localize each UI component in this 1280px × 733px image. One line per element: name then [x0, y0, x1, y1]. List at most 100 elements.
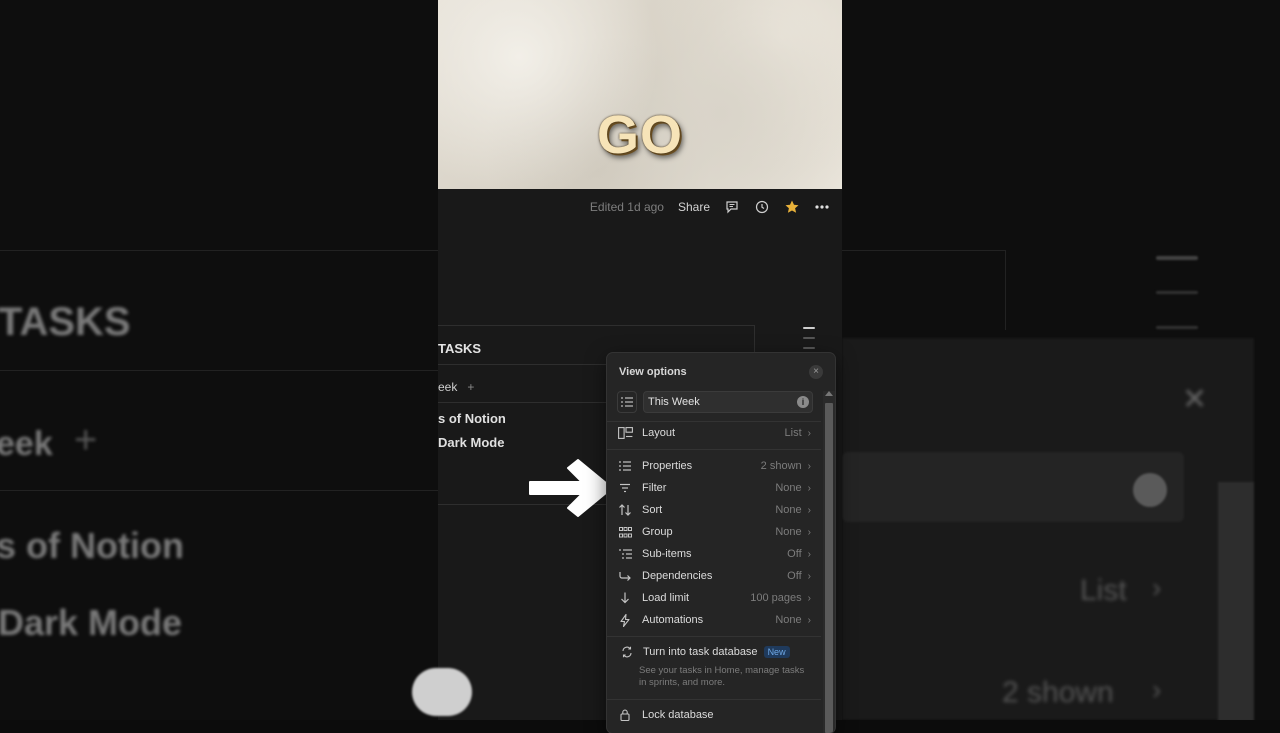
lock-icon	[617, 707, 633, 723]
menu-item-automations[interactable]: Automations None ›	[617, 610, 811, 630]
blurred-properties-value: 2 shown	[1002, 676, 1114, 709]
new-badge: New	[763, 646, 790, 658]
chevron-right-icon: ›	[807, 592, 811, 604]
menu-item-value: None	[775, 482, 802, 494]
menu-item-value: 2 shown	[760, 460, 802, 472]
menu-item-description: See your tasks in Home, manage tasks in …	[639, 665, 805, 688]
chevron-right-icon: ›	[807, 526, 811, 538]
edited-timestamp: Edited 1d ago	[589, 200, 664, 214]
list-icon	[617, 458, 633, 474]
menu-item-label: Group	[642, 526, 673, 538]
menu-item-label: Filter	[642, 482, 667, 494]
view-options-menu: View options × This Week i Layout List ›…	[607, 353, 835, 733]
divider	[0, 370, 438, 371]
chevron-right-icon: ›	[807, 460, 811, 472]
list-item[interactable]: Dark Mode	[438, 435, 504, 450]
scrollbar-thumb[interactable]	[825, 403, 833, 733]
menu-item-value: None	[775, 614, 802, 626]
menu-item-label: Lock database	[642, 709, 714, 721]
scroll-handle[interactable]	[803, 327, 815, 329]
blurred-chevron-icon: ›	[1152, 674, 1162, 705]
blurred-menu: ✕ List › 2 shown ›	[842, 338, 1254, 720]
blurred-title: TASKS	[0, 300, 131, 344]
scroll-handle[interactable]	[803, 337, 815, 339]
cover-image: GO	[438, 0, 842, 189]
menu-item-label: Sort	[642, 504, 663, 516]
menu-item-layout[interactable]: Layout List ›	[617, 423, 811, 443]
menu-item-lock-database[interactable]: Lock database	[617, 705, 811, 725]
sub-items-icon	[617, 546, 633, 562]
chevron-right-icon: ›	[807, 614, 811, 626]
comment-icon[interactable]	[724, 199, 740, 215]
database-title: TASKS	[438, 341, 482, 356]
blurred-right-panel: ✕ List › 2 shown ›	[842, 0, 1280, 720]
menu-item-label: Sub-items	[642, 548, 692, 560]
clock-icon[interactable]	[754, 199, 770, 215]
pointer-arrow-icon	[529, 459, 613, 517]
list-item[interactable]: s of Notion	[438, 411, 506, 426]
down-arrow-icon	[617, 590, 633, 606]
menu-item-sort[interactable]: Sort None ›	[617, 500, 811, 520]
menu-item-label: Dependencies	[642, 570, 713, 582]
chevron-right-icon: ›	[807, 504, 811, 516]
menu-title: View options	[619, 366, 687, 378]
divider	[607, 699, 821, 700]
cover-overlay-text: GO	[596, 105, 683, 165]
view-name-input[interactable]: This Week	[643, 391, 813, 413]
view-name-row: This Week i	[617, 391, 813, 413]
divider	[1005, 250, 1006, 330]
close-icon[interactable]: ×	[809, 365, 823, 379]
blurred-close-icon: ✕	[1182, 383, 1208, 416]
menu-item-value: Off	[787, 570, 802, 582]
scroll-handle[interactable]	[803, 347, 815, 349]
divider	[607, 636, 821, 637]
filter-icon	[617, 480, 633, 496]
star-icon[interactable]	[784, 199, 800, 215]
page-topbar: Edited 1d ago Share	[438, 189, 842, 225]
refresh-icon	[619, 644, 635, 660]
tab-this-week[interactable]: eek	[438, 380, 457, 394]
menu-item-load-limit[interactable]: Load limit 100 pages ›	[617, 588, 811, 608]
menu-item-dependencies[interactable]: Dependencies Off ›	[617, 566, 811, 586]
info-icon[interactable]: i	[797, 396, 809, 408]
add-view-icon[interactable]: +	[467, 380, 474, 394]
menu-item-properties[interactable]: Properties 2 shown ›	[617, 456, 811, 476]
menu-item-value: None	[775, 526, 802, 538]
blurred-item: s of Notion	[0, 525, 184, 566]
menu-item-turn-into-task-database[interactable]: Turn into task database New See your tas…	[619, 644, 809, 689]
menu-item-value: Off	[787, 548, 802, 560]
blurred-scrollbar	[1218, 482, 1254, 720]
menu-item-value: List	[784, 427, 802, 439]
blurred-item: Dark Mode	[0, 602, 183, 643]
menu-item-sub-items[interactable]: Sub-items Off ›	[617, 544, 811, 564]
view-tabs: eek +	[438, 380, 474, 394]
menu-scrollbar[interactable]	[823, 391, 835, 733]
dependencies-icon	[617, 568, 633, 584]
menu-item-label: Automations	[642, 614, 704, 626]
menu-item-value: 100 pages	[750, 592, 802, 604]
blurred-layout-value: List	[1080, 574, 1127, 607]
chevron-right-icon: ›	[807, 482, 811, 494]
menu-item-group[interactable]: Group None ›	[617, 522, 811, 542]
blurred-handle	[1156, 291, 1198, 294]
menu-item-value: None	[775, 504, 802, 516]
menu-item-label: Turn into task database	[643, 646, 758, 658]
layout-icon	[617, 425, 633, 441]
divider	[438, 325, 755, 326]
chevron-right-icon: ›	[807, 427, 811, 439]
blurred-add-icon: +	[74, 418, 98, 462]
more-icon[interactable]	[814, 199, 830, 215]
blurred-handle	[1156, 326, 1198, 329]
divider	[0, 250, 438, 251]
divider	[0, 490, 438, 491]
blurred-handle	[1156, 256, 1198, 260]
menu-item-label: Layout	[642, 427, 676, 439]
scroll-up-icon[interactable]	[825, 391, 833, 396]
share-button[interactable]: Share	[678, 200, 710, 214]
blurred-left-panel: TASKS eek + s of Notion Dark Mode	[0, 0, 438, 720]
divider	[842, 250, 1006, 251]
menu-item-filter[interactable]: Filter None ›	[617, 478, 811, 498]
chevron-right-icon: ›	[807, 548, 811, 560]
list-icon[interactable]	[617, 391, 637, 413]
menu-item-label: Load limit	[642, 592, 690, 604]
